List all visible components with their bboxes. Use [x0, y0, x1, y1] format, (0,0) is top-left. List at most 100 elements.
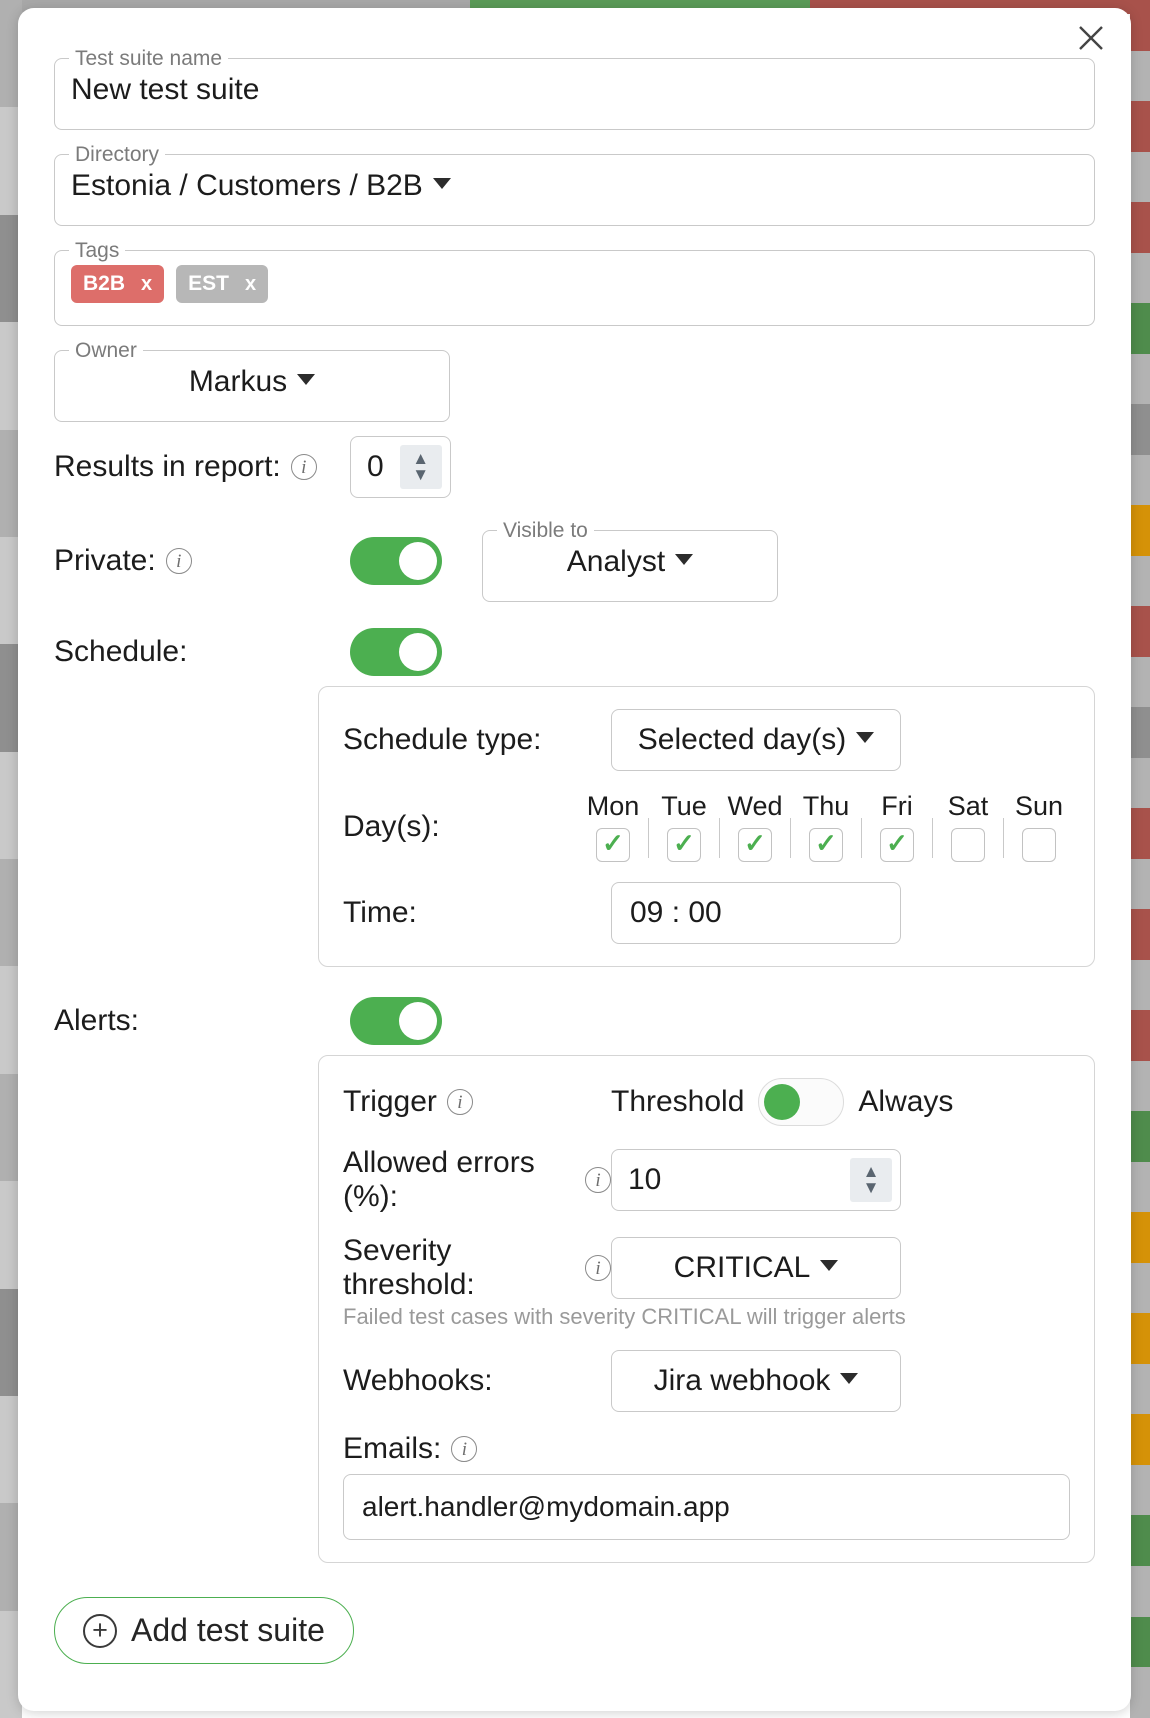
- toggle-knob: [764, 1084, 800, 1120]
- status-segment: [1130, 859, 1150, 910]
- day-name-label: Tue: [661, 791, 707, 822]
- test-suite-name-input[interactable]: New test suite: [55, 69, 1094, 129]
- toggle-knob: [399, 542, 437, 580]
- status-segment: [1130, 909, 1150, 960]
- status-segment: [1130, 1061, 1150, 1112]
- trigger-label-group: Trigger i: [343, 1085, 611, 1119]
- severity-threshold-select[interactable]: CRITICAL: [611, 1237, 901, 1299]
- status-segment: [1130, 303, 1150, 354]
- private-row: Private: i Visible to Analyst: [54, 520, 1095, 602]
- test-suite-name-label: Test suite name: [69, 48, 228, 69]
- results-in-report-value[interactable]: 0: [351, 437, 400, 497]
- tag-remove-icon[interactable]: x: [245, 273, 256, 296]
- day-name-label: Wed: [727, 791, 782, 822]
- schedule-type-row: Schedule type: Selected day(s): [343, 709, 1070, 771]
- owner-field[interactable]: Owner Markus: [54, 340, 450, 422]
- emails-input[interactable]: alert.handler@mydomain.app: [343, 1474, 1070, 1540]
- info-icon[interactable]: i: [166, 548, 192, 574]
- day-checkbox-tue[interactable]: ✓: [667, 828, 701, 862]
- day-checkbox-thu[interactable]: ✓: [809, 828, 843, 862]
- webhooks-select[interactable]: Jira webhook: [611, 1350, 901, 1412]
- alerts-toggle[interactable]: [350, 997, 442, 1045]
- directory-select[interactable]: Estonia / Customers / B2B: [55, 165, 1094, 225]
- test-suite-dialog: Test suite name New test suite Directory…: [18, 8, 1131, 1711]
- info-icon[interactable]: i: [447, 1089, 473, 1115]
- status-segment: [1130, 1010, 1150, 1061]
- trigger-option-threshold[interactable]: Threshold: [611, 1085, 744, 1119]
- status-segment: [1130, 455, 1150, 506]
- trigger-mode-toggle[interactable]: [758, 1078, 844, 1126]
- dialog-footer: + Add test suite: [54, 1597, 1095, 1664]
- day-checkbox-wed[interactable]: ✓: [738, 828, 772, 862]
- add-test-suite-label: Add test suite: [131, 1612, 325, 1649]
- allowed-errors-value[interactable]: 10: [612, 1150, 850, 1210]
- day-checkbox-sat[interactable]: [951, 828, 985, 862]
- results-in-report-label-group: Results in report: i: [54, 450, 318, 484]
- status-segment: [1130, 758, 1150, 809]
- day-column-sun: Sun: [1008, 791, 1070, 862]
- tags-field[interactable]: Tags B2BxESTx: [54, 240, 1095, 326]
- schedule-toggle[interactable]: [350, 628, 442, 676]
- visible-to-label: Visible to: [497, 520, 594, 541]
- schedule-time-input[interactable]: 09 : 00: [611, 882, 901, 944]
- check-icon: ✓: [815, 830, 837, 856]
- day-checkbox-sun[interactable]: [1022, 828, 1056, 862]
- allowed-errors-row: Allowed errors (%): i 10 ▲ ▼: [343, 1146, 1070, 1214]
- chevron-down-icon[interactable]: ▼: [863, 1180, 880, 1196]
- chevron-down-icon: [856, 732, 874, 743]
- status-segment: [1130, 354, 1150, 405]
- chevron-down-icon: [820, 1260, 838, 1271]
- allowed-errors-stepper[interactable]: 10 ▲ ▼: [611, 1149, 901, 1211]
- results-in-report-stepper[interactable]: 0 ▲ ▼: [350, 436, 451, 498]
- day-column-tue: Tue ✓: [653, 791, 715, 862]
- status-segment: [1130, 0, 1150, 51]
- results-in-report-label: Results in report:: [54, 450, 281, 484]
- owner-select[interactable]: Markus: [55, 361, 449, 421]
- private-label-group: Private: i: [54, 544, 318, 578]
- schedule-type-value: Selected day(s): [638, 723, 846, 757]
- tags-list: B2Bx ESTx: [55, 261, 1094, 325]
- background-right-status-strip: [1130, 0, 1150, 1718]
- status-segment: [1130, 505, 1150, 556]
- schedule-type-label: Schedule type:: [343, 723, 611, 757]
- tag-remove-icon[interactable]: x: [141, 273, 152, 296]
- directory-field[interactable]: Directory Estonia / Customers / B2B: [54, 144, 1095, 226]
- schedule-time-label: Time:: [343, 896, 611, 930]
- add-test-suite-button[interactable]: + Add test suite: [54, 1597, 354, 1664]
- emails-label-group: Emails: i: [343, 1432, 477, 1466]
- chevron-down-icon: [297, 374, 315, 385]
- schedule-days-row: Day(s): Mon✓Tue✓Wed✓Thu✓Fri✓SatSun: [343, 791, 1070, 862]
- results-in-report-row: Results in report: i 0 ▲ ▼: [54, 436, 1095, 498]
- day-name-label: Mon: [587, 791, 640, 822]
- day-column-fri: Fri✓: [866, 791, 928, 862]
- info-icon[interactable]: i: [451, 1436, 477, 1462]
- schedule-panel: Schedule type: Selected day(s) Day(s): M…: [318, 686, 1095, 967]
- status-segment: [1130, 707, 1150, 758]
- visible-to-select[interactable]: Analyst: [483, 541, 777, 601]
- chevron-down-icon[interactable]: ▼: [412, 467, 429, 483]
- severity-label-group: Severity threshold: i: [343, 1234, 611, 1302]
- day-checkbox-fri[interactable]: ✓: [880, 828, 914, 862]
- tag-chip[interactable]: B2Bx: [71, 265, 164, 303]
- status-segment: [1130, 1263, 1150, 1314]
- info-icon[interactable]: i: [291, 454, 317, 480]
- day-name-label: Sun: [1015, 791, 1063, 822]
- schedule-type-select[interactable]: Selected day(s): [611, 709, 901, 771]
- tag-chip[interactable]: ESTx: [176, 265, 268, 303]
- status-segment: [1130, 202, 1150, 253]
- check-icon: ✓: [744, 830, 766, 856]
- schedule-label: Schedule:: [54, 635, 318, 669]
- plus-circle-icon: +: [83, 1614, 117, 1648]
- test-suite-name-field[interactable]: Test suite name New test suite: [54, 48, 1095, 130]
- visible-to-field[interactable]: Visible to Analyst: [482, 520, 778, 602]
- severity-threshold-label: Severity threshold:: [343, 1234, 575, 1302]
- stepper-arrows-icon[interactable]: ▲ ▼: [850, 1158, 892, 1202]
- day-checkbox-mon[interactable]: ✓: [596, 828, 630, 862]
- info-icon[interactable]: i: [585, 1167, 611, 1193]
- private-toggle[interactable]: [350, 537, 442, 585]
- status-segment: [1130, 1515, 1150, 1566]
- trigger-option-always[interactable]: Always: [858, 1085, 953, 1119]
- info-icon[interactable]: i: [585, 1255, 611, 1281]
- webhooks-row: Webhooks: Jira webhook: [343, 1350, 1070, 1412]
- stepper-arrows-icon[interactable]: ▲ ▼: [400, 445, 442, 489]
